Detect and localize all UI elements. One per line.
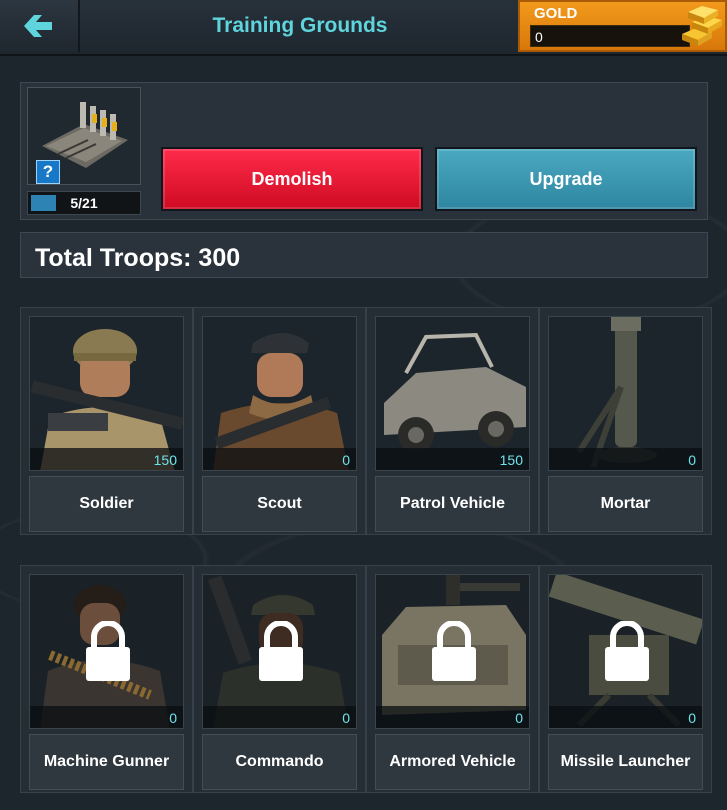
- unit-name: Mortar: [548, 476, 703, 532]
- unit-name: Patrol Vehicle: [375, 476, 530, 532]
- unit-count: 150: [499, 452, 523, 468]
- lock-icon: [86, 621, 130, 681]
- count-strip: [549, 448, 702, 470]
- gold-display[interactable]: GOLD 0: [518, 0, 727, 52]
- gold-bars-icon: [682, 6, 722, 46]
- unit-count: 0: [688, 710, 696, 726]
- total-troops-text: Total Troops: 300: [35, 244, 241, 272]
- building-level-bar: 5/21: [27, 191, 141, 215]
- unit-count: 0: [169, 710, 177, 726]
- back-arrow-icon: [24, 15, 52, 37]
- building-panel: ? 5/21 Demolish Upgrade: [20, 82, 708, 220]
- unit-card-soldier[interactable]: 150 Soldier: [20, 307, 193, 535]
- help-button[interactable]: ?: [36, 160, 60, 184]
- unit-card-machine-gunner[interactable]: 0 Machine Gunner: [20, 565, 193, 793]
- unit-name: Machine Gunner: [29, 734, 184, 790]
- commando-portrait: 0: [202, 574, 357, 729]
- unit-count: 0: [342, 452, 350, 468]
- count-strip: [30, 706, 183, 728]
- lock-icon: [605, 621, 649, 681]
- mortar-image: 0: [548, 316, 703, 471]
- unit-count: 0: [688, 452, 696, 468]
- unit-count: 0: [515, 710, 523, 726]
- count-strip: [203, 706, 356, 728]
- back-button[interactable]: [0, 0, 80, 52]
- unit-count: 150: [153, 452, 177, 468]
- demolish-button[interactable]: Demolish: [161, 147, 423, 211]
- unit-card-commando[interactable]: 0 Commando: [193, 565, 366, 793]
- armored-vehicle-image: 0: [375, 574, 530, 729]
- page-title: Training Grounds: [212, 14, 388, 37]
- unit-name: Armored Vehicle: [375, 734, 530, 790]
- unit-card-mortar[interactable]: 0 Mortar: [539, 307, 712, 535]
- unit-card-scout[interactable]: 0 Scout: [193, 307, 366, 535]
- count-strip: [376, 706, 529, 728]
- count-strip: [549, 706, 702, 728]
- upgrade-button[interactable]: Upgrade: [435, 147, 697, 211]
- unit-name: Soldier: [29, 476, 184, 532]
- unit-name: Scout: [202, 476, 357, 532]
- patrol-vehicle-image: 150: [375, 316, 530, 471]
- header-bar: Training Grounds GOLD 0: [0, 0, 727, 56]
- machine-gunner-portrait: 0: [29, 574, 184, 729]
- unit-card-armored-vehicle[interactable]: 0 Armored Vehicle: [366, 565, 539, 793]
- unit-card-patrol-vehicle[interactable]: 150 Patrol Vehicle: [366, 307, 539, 535]
- lock-icon: [259, 621, 303, 681]
- scout-portrait: 0: [202, 316, 357, 471]
- missile-launcher-image: 0: [548, 574, 703, 729]
- unit-name: Commando: [202, 734, 357, 790]
- training-grounds-building-image: ?: [27, 87, 141, 185]
- count-strip: [203, 448, 356, 470]
- unit-count: 0: [342, 710, 350, 726]
- gold-value: 0: [530, 25, 690, 47]
- lock-icon: [432, 621, 476, 681]
- gold-label: GOLD: [534, 5, 578, 22]
- soldier-portrait: 150: [29, 316, 184, 471]
- unit-card-missile-launcher[interactable]: 0 Missile Launcher: [539, 565, 712, 793]
- unit-name: Missile Launcher: [548, 734, 703, 790]
- building-level-text: 5/21: [70, 195, 98, 211]
- total-troops-bar: Total Troops: 300: [20, 232, 708, 278]
